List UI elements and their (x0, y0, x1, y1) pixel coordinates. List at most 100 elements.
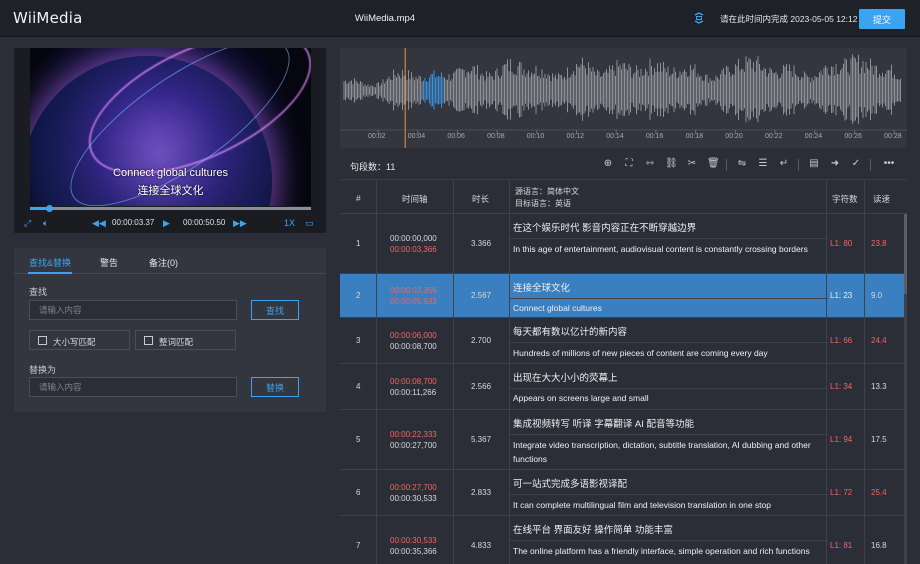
row-start-time[interactable]: 00:00:00,000 (390, 234, 437, 243)
table-row[interactable]: 6 00:00:27,700 00:00:30,533 2.833 可一站式完成… (340, 470, 907, 516)
align-icon[interactable]: ⇿ (644, 158, 656, 170)
submit-button[interactable]: 提交 (859, 9, 905, 29)
row-end-time[interactable]: 00:00:05,933 (390, 297, 437, 306)
row-duration: 2.700 (471, 336, 492, 345)
table-row[interactable]: 1 00:00:00,000 00:00:03,366 3.366 在这个娱乐时… (340, 214, 907, 274)
scissors-icon[interactable]: ✂ (686, 158, 698, 170)
match-case-checkbox[interactable]: 大小写匹配 (29, 330, 130, 350)
column-divider (376, 180, 377, 564)
row-char-count: L1: 72 (830, 488, 853, 497)
video-progress-bar[interactable] (30, 205, 311, 212)
play-icon[interactable]: ▶ (163, 218, 170, 229)
row-end-time[interactable]: 00:00:08,700 (390, 342, 437, 351)
checkbox-box[interactable] (38, 336, 47, 345)
row-source-text[interactable]: 连接全球文化 (513, 280, 570, 294)
column-divider (826, 180, 827, 564)
table-row[interactable]: 2 00:00:03,366 00:00:05,933 2.567 连接全球文化… (340, 274, 907, 318)
row-start-time[interactable]: 00:00:06,000 (390, 331, 437, 340)
row-end-time[interactable]: 00:00:30,533 (390, 494, 437, 503)
rewind-icon[interactable]: ◀◀ (92, 218, 106, 229)
locate-icon[interactable]: ⊕ (602, 158, 614, 170)
playback-speed[interactable]: 1X (284, 218, 295, 228)
subtitle-toggle-icon[interactable]: ▭ (305, 218, 314, 229)
header-reading-speed: 读速 (873, 194, 891, 204)
video-frame[interactable]: Connect global cultures 连接全球文化 (30, 48, 311, 206)
table-scrollbar[interactable] (904, 214, 907, 564)
row-source-text[interactable]: 在线平台 界面友好 操作简单 功能丰富 (513, 522, 673, 536)
panel-tabs: 查找&替换 警告 备注(0) (14, 248, 326, 274)
row-end-time[interactable]: 00:00:03,366 (390, 245, 437, 254)
row-duration: 4.833 (471, 541, 492, 550)
row-target-text[interactable]: It can complete multilingual film and te… (513, 498, 821, 512)
merge-icon[interactable]: ⇋ (736, 158, 748, 170)
replace-button[interactable]: 替换 (251, 377, 299, 397)
check-icon[interactable]: ✓ (850, 158, 862, 170)
row-char-count: L1: 80 (830, 239, 853, 248)
top-bar: WiiMedia WiiMedia.mp4 请在此时间内完成 2023-05-0… (0, 0, 920, 37)
row-target-text[interactable]: Appears on screens large and small (513, 391, 821, 405)
table-row[interactable]: 3 00:00:06,000 00:00:08,700 2.700 每天都有数以… (340, 318, 907, 364)
sync-icon[interactable] (692, 11, 706, 25)
link-icon[interactable]: ⛓ (665, 158, 678, 170)
row-index: 4 (356, 382, 361, 391)
table-row[interactable]: 7 00:00:30,533 00:00:35,366 4.833 在线平台 界… (340, 516, 907, 564)
row-target-text[interactable]: Integrate video transcription, dictation… (513, 438, 821, 466)
row-end-time[interactable]: 00:00:35,366 (390, 547, 437, 556)
tab-notes[interactable]: 备注(0) (149, 256, 178, 269)
volume-icon[interactable]: 🔈︎ (43, 218, 48, 229)
row-start-time[interactable]: 00:00:30,533 (390, 536, 437, 545)
time-tick-label: 00:04 (407, 133, 426, 140)
row-duration: 5.367 (471, 435, 492, 444)
table-row[interactable]: 5 00:00:22,333 00:00:27,700 5.367 集成视频转写… (340, 410, 907, 470)
checkbox-box[interactable] (144, 336, 153, 345)
forward-icon[interactable]: ▶▶ (233, 218, 247, 229)
current-time: 00:00:03.37 (112, 218, 155, 227)
row-end-time[interactable]: 00:00:27,700 (390, 441, 437, 450)
more-icon[interactable]: ••• (880, 158, 898, 170)
header-source-language: 源语言：简体中文 (515, 187, 579, 196)
delete-icon[interactable]: 🗑︎ (707, 158, 720, 170)
row-start-time[interactable]: 00:00:27,700 (390, 483, 437, 492)
time-tick-label: 00:28 (884, 133, 902, 140)
row-duration: 3.366 (471, 239, 492, 248)
tab-warnings[interactable]: 警告 (100, 256, 118, 269)
whole-word-checkbox[interactable]: 整词匹配 (135, 330, 236, 350)
row-start-time[interactable]: 00:00:22,333 (390, 430, 437, 439)
replace-input[interactable] (29, 377, 237, 397)
row-target-text[interactable]: Connect global cultures (513, 301, 821, 315)
table-row[interactable]: 4 00:00:08,700 00:00:11,266 2.566 出现在大大小… (340, 364, 907, 410)
row-end-time[interactable]: 00:00:11,266 (390, 388, 436, 397)
row-reading-speed: 23.8 (871, 239, 887, 248)
toolbar-divider (870, 159, 871, 171)
row-source-text[interactable]: 每天都有数以亿计的新内容 (513, 324, 627, 338)
segment-count: 句段数：11 (350, 162, 396, 172)
scrollbar-thumb[interactable] (904, 214, 907, 294)
row-target-text[interactable]: The online platform has a friendly inter… (513, 544, 821, 558)
document-icon[interactable]: ▤ (808, 158, 820, 170)
capture-icon[interactable]: ⛶ (623, 158, 635, 170)
row-char-count: L1: 94 (830, 435, 853, 444)
find-replace-panel: 查找&替换 警告 备注(0) 查找 查找 大小写匹配 整词匹配 替换为 替换 (14, 248, 326, 564)
file-name: WiiMedia.mp4 (354, 13, 416, 24)
find-input[interactable] (29, 300, 237, 320)
replace-label: 替换为 (29, 365, 57, 375)
row-source-text[interactable]: 集成视频转写 听译 字幕翻译 AI 配音等功能 (513, 416, 694, 430)
header-char-count: 字符数 (832, 194, 858, 204)
adjust-icon[interactable]: ☰ (757, 158, 769, 170)
time-tick-label: 00:24 (804, 133, 823, 140)
find-button[interactable]: 查找 (251, 300, 299, 320)
time-tick-label: 00:22 (765, 133, 783, 140)
tab-find-replace[interactable]: 查找&替换 (29, 256, 71, 269)
next-icon[interactable]: ➜ (829, 158, 841, 170)
row-start-time[interactable]: 00:00:08,700 (390, 377, 437, 386)
row-target-text[interactable]: Hundreds of millions of new pieces of co… (513, 346, 821, 360)
row-target-text[interactable]: In this age of entertainment, audiovisua… (513, 242, 821, 256)
row-start-time[interactable]: 00:00:03,366 (390, 286, 437, 295)
fullscreen-icon[interactable]: ⤢ (24, 218, 31, 229)
progress-handle[interactable] (45, 205, 53, 212)
row-source-text[interactable]: 在这个娱乐时代 影音内容正在不断穿越边界 (513, 220, 696, 234)
row-source-text[interactable]: 可一站式完成多语影视译配 (513, 476, 627, 490)
row-source-text[interactable]: 出现在大大小小的荧幕上 (513, 370, 618, 384)
rewrap-icon[interactable]: ↵ (778, 158, 790, 170)
waveform-panel[interactable]: 00:02 00:04 00:06 00:08 00:10 00:12 00:14 00:16… (340, 48, 907, 148)
